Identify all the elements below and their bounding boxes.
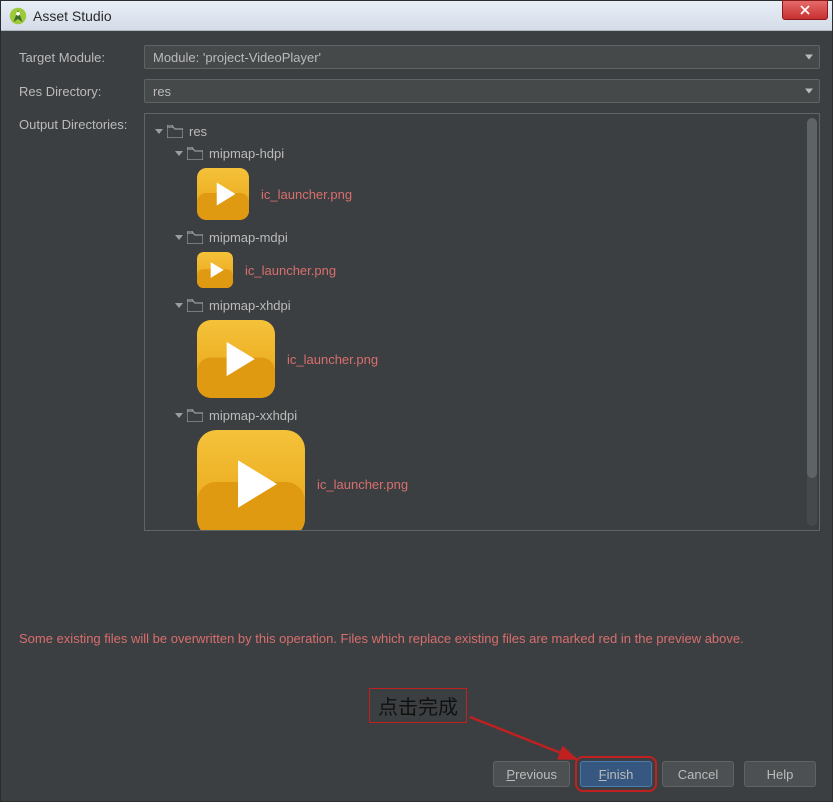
chevron-down-icon <box>805 89 813 94</box>
file-name: ic_launcher.png <box>245 263 336 278</box>
folder-icon <box>187 299 203 312</box>
tree-node-file[interactable]: ic_launcher.png <box>149 252 815 288</box>
close-icon <box>799 5 811 15</box>
annotation-label: 点击完成 <box>369 688 467 723</box>
output-tree-panel[interactable]: res mipmap-hdpi ic_launcher.png mipmap-mdp… <box>144 113 820 531</box>
chevron-down-icon <box>805 55 813 60</box>
window-title: Asset Studio <box>33 8 112 24</box>
chevron-down-icon[interactable] <box>175 235 183 240</box>
chevron-down-icon[interactable] <box>155 129 163 134</box>
content-area: Target Module: Module: 'project-VideoPla… <box>1 31 832 751</box>
tree-node-label: mipmap-hdpi <box>209 146 284 161</box>
android-studio-icon <box>9 7 27 25</box>
file-name: ic_launcher.png <box>287 352 378 367</box>
target-module-row: Target Module: Module: 'project-VideoPla… <box>19 45 820 69</box>
scrollbar-thumb[interactable] <box>807 118 817 478</box>
help-button[interactable]: Help <box>744 761 816 787</box>
chevron-down-icon[interactable] <box>175 151 183 156</box>
launcher-preview-icon <box>197 252 233 288</box>
target-module-label: Target Module: <box>19 50 144 65</box>
output-directories-row: Output Directories: res mipmap-hdpi ic_la… <box>19 113 820 531</box>
tree-node-label: mipmap-xhdpi <box>209 298 291 313</box>
tree-node-folder[interactable]: mipmap-mdpi <box>149 226 815 248</box>
tree-node-file[interactable]: ic_launcher.png <box>149 430 815 531</box>
titlebar[interactable]: Asset Studio <box>1 1 832 31</box>
folder-icon <box>187 409 203 422</box>
file-name: ic_launcher.png <box>261 187 352 202</box>
launcher-preview-icon <box>197 320 275 398</box>
tree-node-file[interactable]: ic_launcher.png <box>149 168 815 220</box>
tree-node-folder[interactable]: mipmap-xhdpi <box>149 294 815 316</box>
chevron-down-icon[interactable] <box>175 303 183 308</box>
folder-icon <box>187 147 203 160</box>
tree-node-label: mipmap-xxhdpi <box>209 408 297 423</box>
res-directory-value: res <box>153 84 171 99</box>
chevron-down-icon[interactable] <box>175 413 183 418</box>
file-name: ic_launcher.png <box>317 477 408 492</box>
asset-studio-window: Asset Studio Target Module: Module: 'pro… <box>0 0 833 802</box>
tree-node-label: mipmap-mdpi <box>209 230 288 245</box>
launcher-preview-icon <box>197 168 249 220</box>
tree-node-folder[interactable]: mipmap-hdpi <box>149 142 815 164</box>
scrollbar[interactable] <box>807 118 817 526</box>
cancel-button[interactable]: Cancel <box>662 761 734 787</box>
output-directories-label: Output Directories: <box>19 113 144 132</box>
folder-icon <box>167 125 183 138</box>
close-button[interactable] <box>782 0 828 20</box>
button-row: Previous Finish Cancel Help <box>1 751 832 801</box>
target-module-combo[interactable]: Module: 'project-VideoPlayer' <box>144 45 820 69</box>
res-directory-combo[interactable]: res <box>144 79 820 103</box>
tree-node-label: res <box>189 124 207 139</box>
res-directory-label: Res Directory: <box>19 84 144 99</box>
overwrite-warning: Some existing files will be overwritten … <box>19 631 820 646</box>
tree-node-file[interactable]: ic_launcher.png <box>149 320 815 398</box>
folder-icon <box>187 231 203 244</box>
res-directory-row: Res Directory: res <box>19 79 820 103</box>
annotation-arrow-icon <box>464 711 594 771</box>
window-controls <box>782 0 828 20</box>
tree-node-folder[interactable]: mipmap-xxhdpi <box>149 404 815 426</box>
tree-node-root[interactable]: res <box>149 120 815 142</box>
launcher-preview-icon <box>197 430 305 531</box>
target-module-value: Module: 'project-VideoPlayer' <box>153 50 321 65</box>
